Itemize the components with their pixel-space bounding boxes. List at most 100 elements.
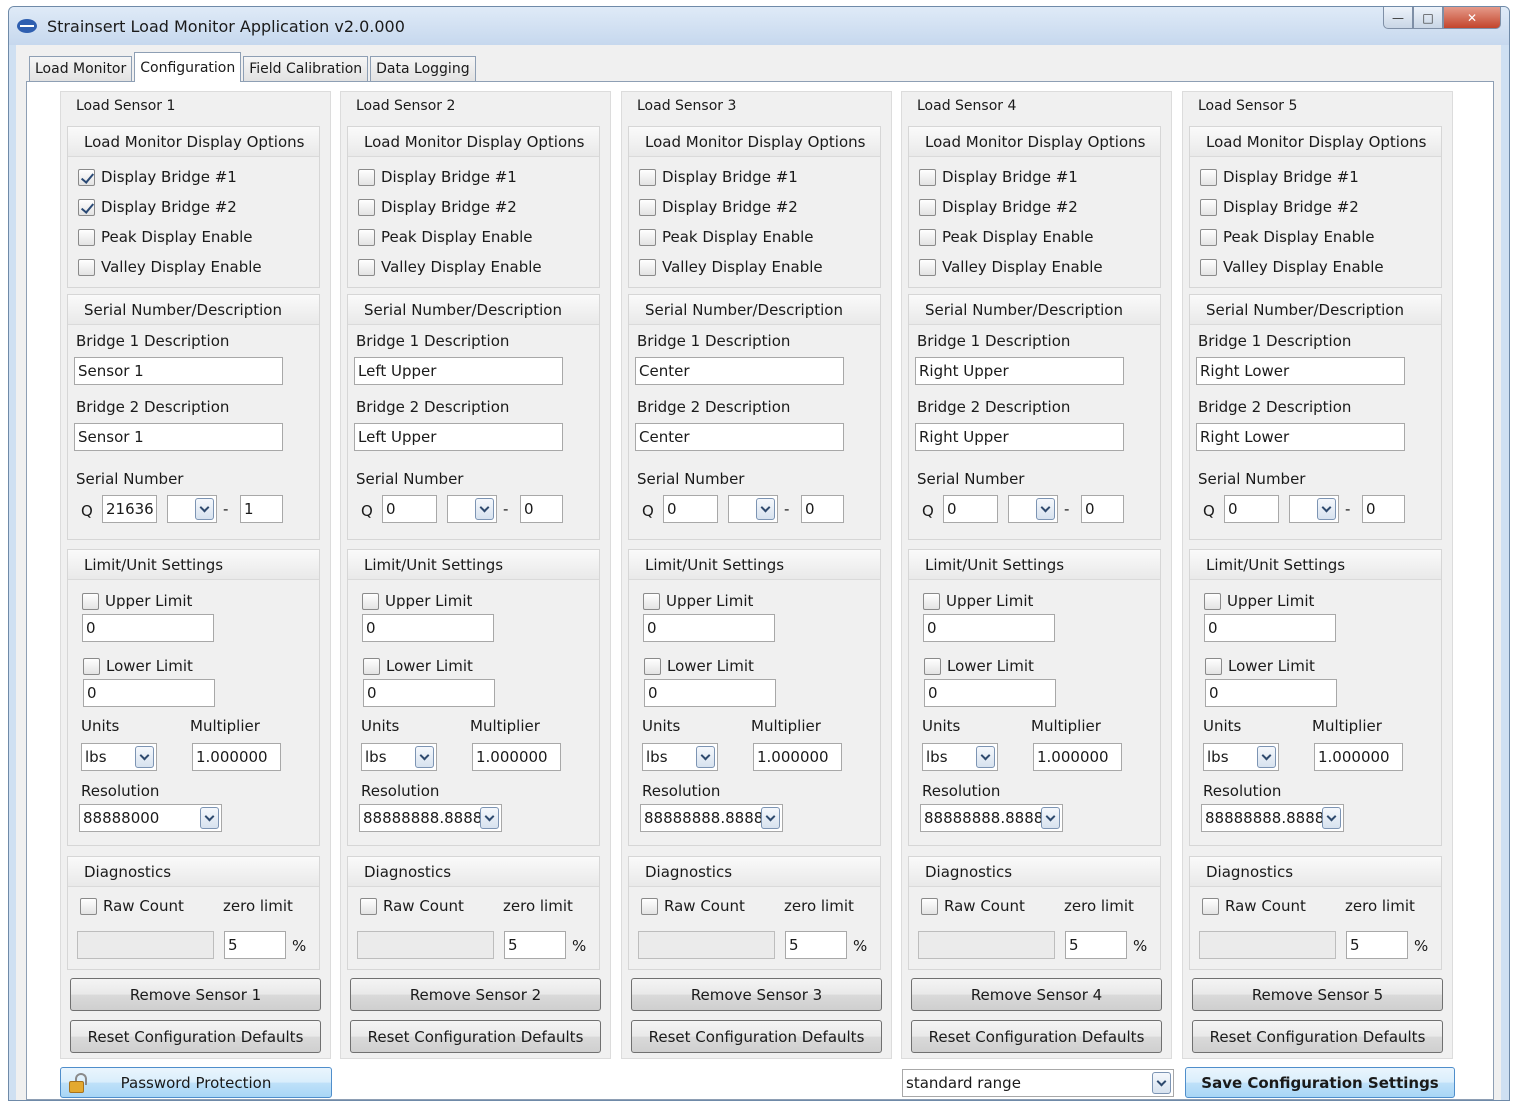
lower-limit-input[interactable]: 0	[924, 679, 1056, 707]
bridge-2-description-input[interactable]: Sensor 1	[74, 423, 283, 451]
lower-limit-option[interactable]: Lower Limit	[644, 657, 754, 675]
zero-limit-input[interactable]: 5	[1065, 931, 1127, 959]
upper-limit-input[interactable]: 0	[362, 614, 494, 642]
peak-display-option[interactable]: Peak Display Enable	[1200, 228, 1375, 246]
password-protection-button[interactable]: Password Protection	[60, 1067, 332, 1098]
valley-display-option[interactable]: Valley Display Enable	[78, 258, 262, 276]
raw-count-option[interactable]: Raw Count	[360, 897, 464, 915]
resolution-select[interactable]: 88888888.8888ٍ	[1201, 804, 1344, 832]
chevron-down-icon[interactable]	[195, 498, 214, 520]
serial-number-input[interactable]: 0	[943, 495, 998, 523]
multiplier-input[interactable]: 1.000000	[472, 743, 561, 771]
display-bridge-1-checkbox[interactable]	[639, 168, 656, 186]
units-select[interactable]: lbs	[922, 743, 998, 771]
valley-display-checkbox[interactable]	[358, 258, 375, 276]
upper-limit-option[interactable]: Upper Limit	[1204, 592, 1314, 610]
serial-number-input[interactable]: 0	[1224, 495, 1279, 523]
valley-display-option[interactable]: Valley Display Enable	[639, 258, 823, 276]
lower-limit-option[interactable]: Lower Limit	[1205, 657, 1315, 675]
chevron-down-icon[interactable]	[1041, 807, 1060, 829]
display-bridge-1-option[interactable]: Display Bridge #1	[1200, 168, 1359, 186]
multiplier-input[interactable]: 1.000000	[1314, 743, 1403, 771]
lower-limit-checkbox[interactable]	[644, 657, 661, 675]
peak-display-option[interactable]: Peak Display Enable	[358, 228, 533, 246]
upper-limit-checkbox[interactable]	[82, 592, 99, 610]
save-configuration-button[interactable]: Save Configuration Settings	[1185, 1067, 1455, 1098]
display-bridge-2-checkbox[interactable]	[358, 198, 375, 216]
bridge-2-description-input[interactable]: Right Lower	[1196, 423, 1405, 451]
lower-limit-option[interactable]: Lower Limit	[83, 657, 193, 675]
display-bridge-1-checkbox[interactable]	[919, 168, 936, 186]
bridge-1-description-input[interactable]: Left Upper	[354, 357, 563, 385]
zero-limit-input[interactable]: 5	[224, 931, 286, 959]
resolution-select[interactable]: 88888888.8888ٍ	[920, 804, 1063, 832]
display-bridge-2-option[interactable]: Display Bridge #2	[1200, 198, 1359, 216]
lower-limit-input[interactable]: 0	[363, 679, 495, 707]
resolution-select[interactable]: 88888000	[79, 804, 222, 832]
raw-count-checkbox[interactable]	[1202, 897, 1219, 915]
minimize-button[interactable]: —	[1383, 7, 1413, 29]
lower-limit-option[interactable]: Lower Limit	[363, 657, 473, 675]
raw-count-checkbox[interactable]	[80, 897, 97, 915]
serial-model-select[interactable]	[1008, 495, 1058, 523]
raw-count-option[interactable]: Raw Count	[80, 897, 184, 915]
serial-model-select[interactable]	[728, 495, 778, 523]
display-bridge-2-option[interactable]: Display Bridge #2	[919, 198, 1078, 216]
raw-count-option[interactable]: Raw Count	[641, 897, 745, 915]
resolution-select[interactable]: 88888888.8888ٍ	[640, 804, 783, 832]
chevron-down-icon[interactable]	[415, 746, 434, 768]
valley-display-option[interactable]: Valley Display Enable	[1200, 258, 1384, 276]
valley-display-checkbox[interactable]	[1200, 258, 1217, 276]
display-bridge-1-option[interactable]: Display Bridge #1	[78, 168, 237, 186]
upper-limit-checkbox[interactable]	[643, 592, 660, 610]
serial-suffix-input[interactable]: 0	[1362, 495, 1405, 523]
serial-model-select[interactable]	[1289, 495, 1339, 523]
upper-limit-option[interactable]: Upper Limit	[362, 592, 472, 610]
chevron-down-icon[interactable]	[761, 807, 780, 829]
chevron-down-icon[interactable]	[1322, 807, 1341, 829]
chevron-down-icon[interactable]	[1257, 746, 1276, 768]
remove-sensor-button[interactable]: Remove Sensor 3	[631, 978, 882, 1011]
lower-limit-checkbox[interactable]	[1205, 657, 1222, 675]
reset-defaults-button[interactable]: Reset Configuration Defaults	[631, 1020, 882, 1053]
tab-field-calibration[interactable]: Field Calibration	[243, 56, 369, 81]
resolution-select[interactable]: 88888888.8888ٍ	[359, 804, 502, 832]
remove-sensor-button[interactable]: Remove Sensor 2	[350, 978, 601, 1011]
valley-display-checkbox[interactable]	[639, 258, 656, 276]
lower-limit-input[interactable]: 0	[1205, 679, 1337, 707]
chevron-down-icon[interactable]	[135, 746, 154, 768]
chevron-down-icon[interactable]	[756, 498, 775, 520]
serial-suffix-input[interactable]: 0	[520, 495, 563, 523]
upper-limit-input[interactable]: 0	[643, 614, 775, 642]
bridge-2-description-input[interactable]: Left Upper	[354, 423, 563, 451]
raw-count-option[interactable]: Raw Count	[1202, 897, 1306, 915]
serial-number-input[interactable]: 0	[663, 495, 718, 523]
multiplier-input[interactable]: 1.000000	[1033, 743, 1122, 771]
chevron-down-icon[interactable]	[475, 498, 494, 520]
zero-limit-input[interactable]: 5	[1346, 931, 1408, 959]
zero-limit-input[interactable]: 5	[785, 931, 847, 959]
upper-limit-input[interactable]: 0	[1204, 614, 1336, 642]
lower-limit-option[interactable]: Lower Limit	[924, 657, 1034, 675]
display-bridge-1-checkbox[interactable]	[1200, 168, 1217, 186]
maximize-button[interactable]: □	[1413, 7, 1443, 29]
serial-model-select[interactable]	[447, 495, 497, 523]
tab-data-logging[interactable]: Data Logging	[370, 56, 476, 81]
display-bridge-1-checkbox[interactable]	[358, 168, 375, 186]
serial-number-input[interactable]: 21636	[102, 495, 157, 523]
multiplier-input[interactable]: 1.000000	[753, 743, 842, 771]
upper-limit-option[interactable]: Upper Limit	[82, 592, 192, 610]
bridge-1-description-input[interactable]: Right Lower	[1196, 357, 1405, 385]
lower-limit-input[interactable]: 0	[83, 679, 215, 707]
valley-display-checkbox[interactable]	[919, 258, 936, 276]
bridge-1-description-input[interactable]: Center	[635, 357, 844, 385]
peak-display-checkbox[interactable]	[78, 228, 95, 246]
zero-limit-input[interactable]: 5	[504, 931, 566, 959]
serial-suffix-input[interactable]: 1	[240, 495, 283, 523]
valley-display-checkbox[interactable]	[78, 258, 95, 276]
serial-model-select[interactable]	[167, 495, 217, 523]
upper-limit-checkbox[interactable]	[362, 592, 379, 610]
display-bridge-1-option[interactable]: Display Bridge #1	[358, 168, 517, 186]
bridge-2-description-input[interactable]: Center	[635, 423, 844, 451]
bridge-1-description-input[interactable]: Right Upper	[915, 357, 1124, 385]
